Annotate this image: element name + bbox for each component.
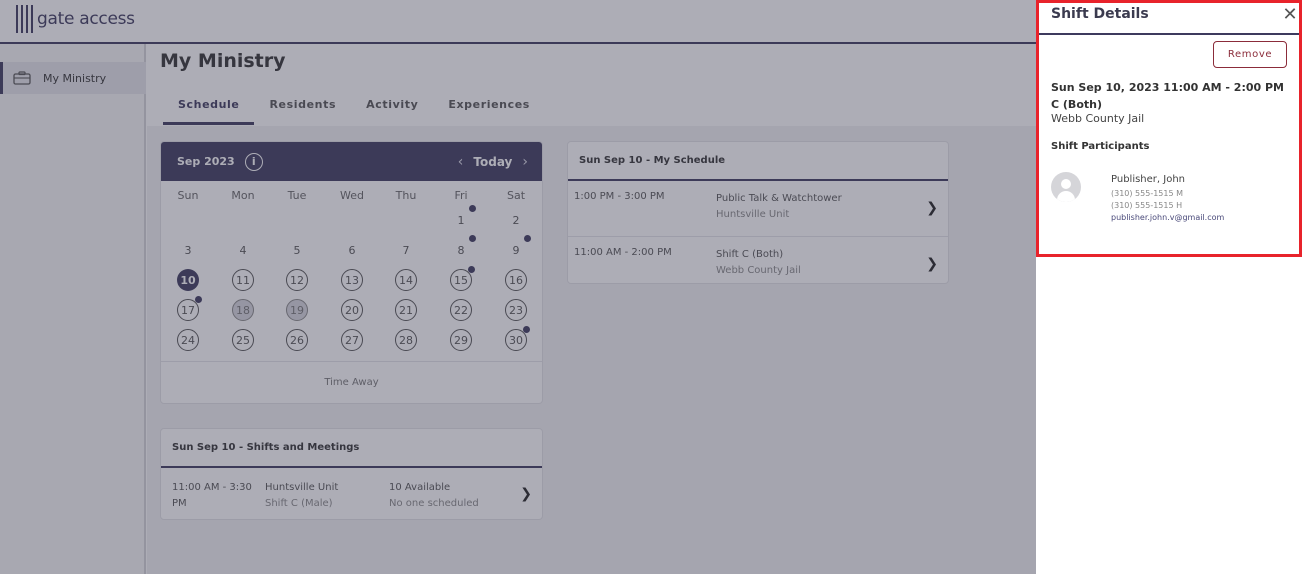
close-icon[interactable]: ✕ bbox=[1281, 4, 1299, 25]
participant-name: Publisher, John bbox=[1111, 174, 1186, 185]
participant-phone-mobile[interactable]: (310) 555-1515 M bbox=[1111, 189, 1183, 198]
shift-datetime: Sun Sep 10, 2023 11:00 AM - 2:00 PM C (B… bbox=[1051, 79, 1291, 113]
participant-email[interactable]: publisher.john.v@gmail.com bbox=[1111, 213, 1224, 222]
panel-divider bbox=[1039, 33, 1299, 35]
participants-title: Shift Participants bbox=[1051, 141, 1150, 152]
shift-location: Webb County Jail bbox=[1051, 112, 1145, 125]
person-icon-body bbox=[1057, 191, 1075, 202]
panel-title: Shift Details bbox=[1051, 6, 1149, 22]
person-icon bbox=[1061, 179, 1071, 189]
modal-backdrop[interactable] bbox=[0, 0, 1036, 574]
remove-button[interactable]: Remove bbox=[1213, 41, 1287, 68]
participant-phone-home[interactable]: (310) 555-1515 H bbox=[1111, 201, 1182, 210]
shift-datetime-line: Sun Sep 10, 2023 11:00 AM - 2:00 PM bbox=[1051, 81, 1284, 94]
avatar bbox=[1051, 172, 1081, 202]
shift-label: C (Both) bbox=[1051, 98, 1102, 111]
